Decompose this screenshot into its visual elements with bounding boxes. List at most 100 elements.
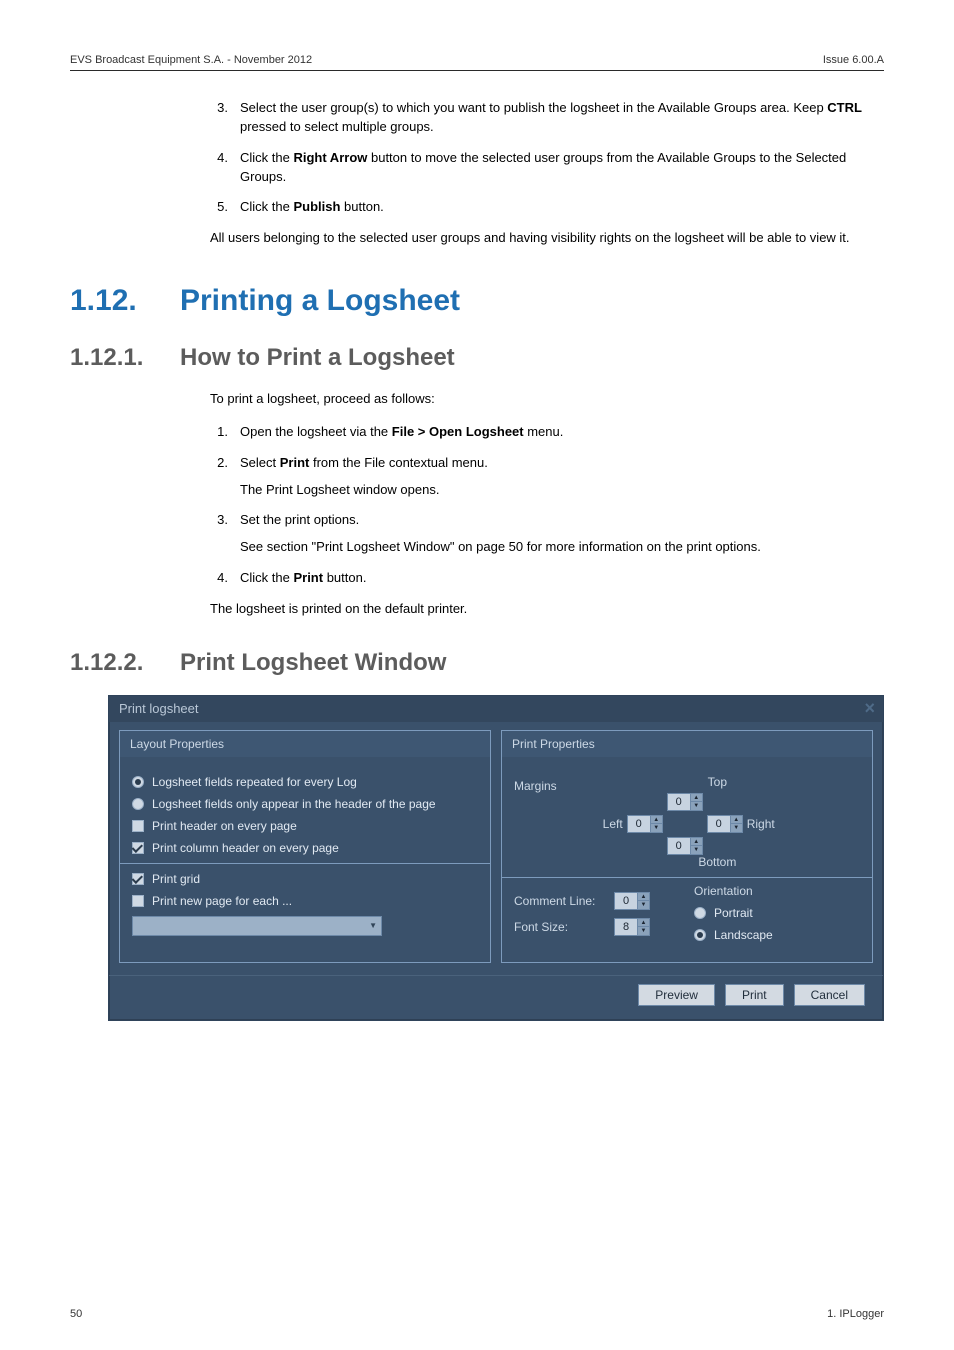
spinner-up-icon[interactable]: ▲ [637,919,649,928]
radio-icon[interactable] [694,929,706,941]
checkbox-icon[interactable] [132,895,144,907]
preview-button[interactable]: Preview [638,984,715,1006]
step-4: 4. Click the Right Arrow button to move … [210,149,874,187]
option-label: Logsheet fields repeated for every Log [152,775,357,789]
margin-bottom-spinner[interactable]: 0▲▼ [667,837,703,855]
margin-left-spinner[interactable]: 0▲▼ [627,815,663,833]
howto-step-4: 4. Click the Print button. [210,569,874,588]
cancel-button[interactable]: Cancel [794,984,865,1006]
spinner-up-icon[interactable]: ▲ [730,816,742,825]
step-number: 3. [210,511,228,557]
opt-header-only[interactable]: Logsheet fields only appear in the heade… [132,797,478,811]
margin-right-spinner[interactable]: 0▲▼ [707,815,743,833]
opt-print-col-header[interactable]: Print column header on every page [132,841,478,855]
step-number: 2. [210,454,228,500]
spinner-down-icon[interactable]: ▼ [637,927,649,935]
margins-label: Margins [514,775,557,793]
dialog-title: Print logsheet [119,701,199,716]
spinner-down-icon[interactable]: ▼ [690,846,702,854]
option-label: Print header on every page [152,819,297,833]
intro-block: 3. Select the user group(s) to which you… [210,99,874,248]
heading-number: 1.12. [70,284,180,318]
step-text: Set the print options. See section "Prin… [240,511,874,557]
page-header: EVS Broadcast Equipment S.A. - November … [70,54,884,71]
radio-icon[interactable] [132,798,144,810]
step-text: Click the Right Arrow button to move the… [240,149,874,187]
heading-1-12-1: 1.12.1.How to Print a Logsheet [70,344,884,372]
option-label: Print new page for each ... [152,894,292,908]
radio-icon[interactable] [132,776,144,788]
spinner-down-icon[interactable]: ▼ [690,802,702,810]
page: EVS Broadcast Equipment S.A. - November … [0,0,954,1350]
orientation-portrait[interactable]: Portrait [694,906,860,920]
heading-1-12: 1.12.Printing a Logsheet [70,284,884,318]
step-number: 4. [210,569,228,588]
print-button[interactable]: Print [725,984,784,1006]
margins-row: Margins Top 0▲▼ Left 0▲▼ [514,775,860,869]
print-logsheet-dialog: Print logsheet × Layout Properties Logsh… [108,695,884,1021]
spinner-up-icon[interactable]: ▲ [650,816,662,825]
spinner-up-icon[interactable]: ▲ [690,794,702,803]
opt-print-grid[interactable]: Print grid [132,872,478,886]
opt-print-new-page[interactable]: Print new page for each ... [132,894,478,908]
divider [502,877,872,878]
header-left: EVS Broadcast Equipment S.A. - November … [70,54,312,66]
margin-top-spinner[interactable]: 0▲▼ [667,793,703,811]
step-number: 3. [210,99,228,137]
chevron-down-icon: ▼ [369,921,377,930]
footer-chapter: 1. IPLogger [827,1308,884,1320]
step-text: Select Print from the File contextual me… [240,454,874,500]
font-size-spinner[interactable]: 8▲▼ [614,918,650,936]
heading-title: Printing a Logsheet [180,284,460,317]
option-label: Logsheet fields only appear in the heade… [152,797,436,811]
close-icon[interactable]: × [864,698,875,719]
howto-step-2: 2. Select Print from the File contextual… [210,454,874,500]
margins-controls: Top 0▲▼ Left 0▲▼ 0▲▼ Right [575,775,860,869]
new-page-select[interactable]: ▼ [132,916,382,936]
orientation-column: Orientation Portrait Landscape [694,884,860,950]
checkbox-icon[interactable] [132,873,144,885]
panel-body: Logsheet fields repeated for every Log L… [120,757,490,948]
step-text: Click the Print button. [240,569,874,588]
comment-line-spinner[interactable]: 0▲▼ [614,892,650,910]
panel-body: Margins Top 0▲▼ Left 0▲▼ [502,757,872,954]
step-text: Open the logsheet via the File > Open Lo… [240,423,874,442]
page-footer: 50 1. IPLogger [70,1308,884,1320]
margin-bottom-label: Bottom [575,855,860,869]
orientation-label: Orientation [694,884,860,898]
spinner-down-icon[interactable]: ▼ [650,824,662,832]
dialog-buttonbar: Preview Print Cancel [109,975,883,1020]
option-label: Print grid [152,872,200,886]
bottom-print-row: Comment Line: 0▲▼ Font Size: 8▲▼ Orienta… [514,884,860,950]
heading-number: 1.12.2. [70,649,180,677]
size-column: Comment Line: 0▲▼ Font Size: 8▲▼ [514,884,680,950]
heading-number: 1.12.1. [70,344,180,372]
intro-step-list: 3. Select the user group(s) to which you… [210,99,874,217]
heading-title: How to Print a Logsheet [180,344,455,371]
option-label: Portrait [714,906,753,920]
howto-step-1: 1. Open the logsheet via the File > Open… [210,423,874,442]
spinner-down-icon[interactable]: ▼ [637,901,649,909]
dialog-titlebar[interactable]: Print logsheet × [109,696,883,722]
orientation-landscape[interactable]: Landscape [694,928,860,942]
margins-grid: 0▲▼ Left 0▲▼ 0▲▼ Right 0▲▼ [575,793,860,855]
opt-print-header[interactable]: Print header on every page [132,819,478,833]
dialog-body: Layout Properties Logsheet fields repeat… [109,722,883,969]
panel-title: Layout Properties [120,731,490,757]
spinner-up-icon[interactable]: ▲ [690,838,702,847]
heading-1-12-2: 1.12.2.Print Logsheet Window [70,649,884,677]
font-size-row: Font Size: 8▲▼ [514,918,680,936]
spinner-up-icon[interactable]: ▲ [637,893,649,902]
step-text: Select the user group(s) to which you wa… [240,99,874,137]
opt-repeated[interactable]: Logsheet fields repeated for every Log [132,775,478,789]
radio-icon[interactable] [694,907,706,919]
divider [120,863,490,864]
spinner-down-icon[interactable]: ▼ [730,824,742,832]
checkbox-icon[interactable] [132,842,144,854]
howto-outro: The logsheet is printed on the default p… [210,600,874,619]
checkbox-icon[interactable] [132,820,144,832]
step-number: 5. [210,198,228,217]
howto-step-list: 1. Open the logsheet via the File > Open… [210,423,874,588]
header-right: Issue 6.00.A [823,54,884,66]
intro-paragraph: All users belonging to the selected user… [210,229,874,248]
